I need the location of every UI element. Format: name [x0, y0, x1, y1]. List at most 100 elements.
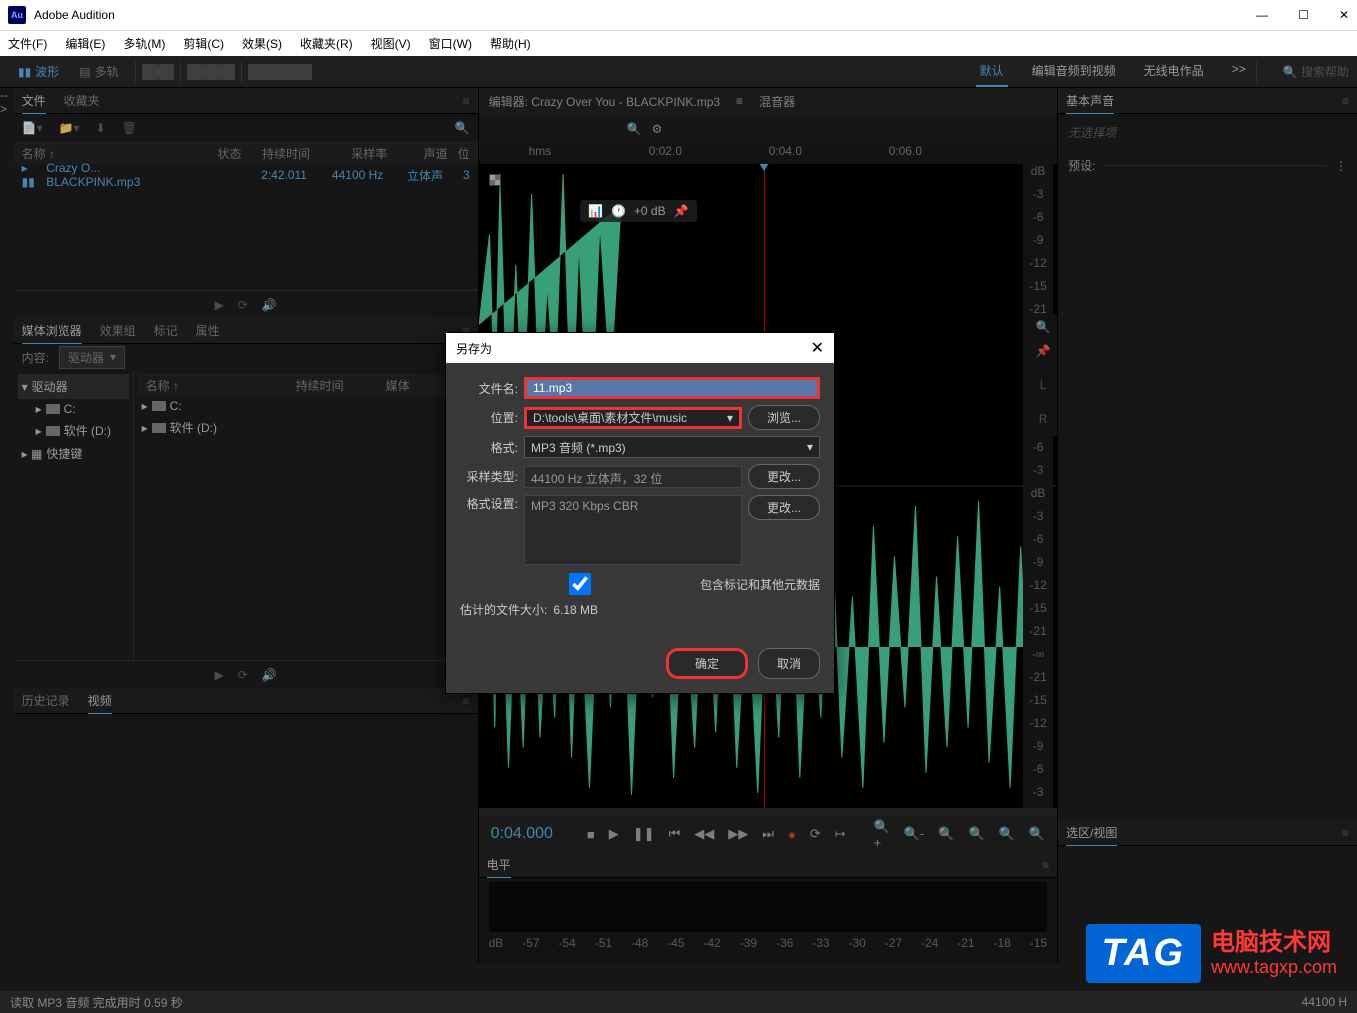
menu-view[interactable]: 视图(V): [371, 35, 411, 52]
open-file-icon[interactable]: 📁▾: [59, 121, 80, 135]
tool-icon[interactable]: [248, 64, 264, 80]
tab-basic-sound[interactable]: 基本声音: [1066, 92, 1114, 114]
loop-icon[interactable]: ⟳: [238, 298, 248, 312]
tool-icon[interactable]: [296, 64, 312, 80]
col-media[interactable]: 媒体: [386, 377, 410, 394]
stop-button[interactable]: ■: [587, 827, 595, 842]
menu-window[interactable]: 窗口(W): [429, 35, 472, 52]
zoom-tool-icon[interactable]: 🔍: [1036, 320, 1051, 334]
col-bit[interactable]: 位: [458, 145, 470, 162]
go-start-button[interactable]: ⏮: [669, 826, 681, 842]
new-file-icon[interactable]: 📄▾: [22, 121, 43, 135]
loop-button[interactable]: ⟳: [810, 826, 821, 842]
tab-effects-rack[interactable]: 效果组: [100, 322, 136, 339]
pin-icon[interactable]: 📌: [1036, 344, 1051, 358]
cancel-button[interactable]: 取消: [758, 648, 820, 679]
preset-menu-icon[interactable]: ⋮: [1335, 159, 1347, 173]
autoplay-icon[interactable]: 🔊: [262, 298, 277, 312]
change-sample-button[interactable]: 更改...: [748, 464, 820, 489]
zoom-sel-icon[interactable]: 🔍: [969, 826, 985, 842]
location-dropdown[interactable]: D:\tools\桌面\素材文件\music▾: [524, 407, 742, 429]
col-name[interactable]: 名称 ↑: [146, 377, 286, 394]
tool-icon[interactable]: [280, 64, 296, 80]
tool-icon[interactable]: [187, 64, 203, 80]
col-status[interactable]: 状态: [183, 145, 242, 162]
play-icon[interactable]: ▶: [215, 298, 224, 312]
zoom-icon[interactable]: 🔍: [999, 826, 1015, 842]
minimize-button[interactable]: —: [1256, 8, 1268, 22]
col-duration[interactable]: 持续时间: [296, 377, 376, 394]
menu-help[interactable]: 帮助(H): [490, 35, 531, 52]
tab-mixer[interactable]: 混音器: [759, 93, 795, 110]
record-button[interactable]: ●: [788, 827, 796, 842]
tool-icon[interactable]: [264, 64, 280, 80]
list-item[interactable]: ▸ 软件 (D:): [138, 416, 474, 439]
content-dropdown[interactable]: 驱动器 ▾: [59, 346, 125, 369]
tool-icon[interactable]: [203, 64, 219, 80]
tree-item-d[interactable]: ▸ 软件 (D:): [18, 419, 129, 442]
waveform-mode-button[interactable]: ▮▮ 波形: [8, 59, 69, 84]
tool-icon[interactable]: [142, 64, 158, 80]
maximize-button[interactable]: ☐: [1298, 8, 1309, 22]
tool-icon[interactable]: [219, 64, 235, 80]
change-format-button[interactable]: 更改...: [748, 495, 820, 520]
menu-multitrack[interactable]: 多轨(M): [123, 35, 165, 52]
loop-icon[interactable]: ⟳: [238, 668, 248, 682]
tree-item-c[interactable]: ▸ C:: [18, 399, 129, 419]
multitrack-mode-button[interactable]: ▤ 多轨: [69, 59, 128, 84]
import-icon[interactable]: ⬇: [96, 121, 106, 135]
ok-button[interactable]: 确定: [666, 648, 748, 679]
tab-files[interactable]: 文件: [22, 92, 46, 114]
tab-history[interactable]: 历史记录: [22, 692, 70, 709]
zoom-in-icon[interactable]: 🔍+: [874, 819, 890, 850]
editor-title[interactable]: 编辑器: Crazy Over You - BLACKPINK.mp3: [489, 93, 720, 110]
workspace-default[interactable]: 默认: [976, 56, 1008, 87]
include-meta-checkbox[interactable]: [466, 573, 694, 595]
pause-button[interactable]: ❚❚: [633, 826, 655, 842]
menu-edit[interactable]: 编辑(E): [65, 35, 105, 52]
tab-video[interactable]: 视频: [88, 692, 112, 714]
tab-media-browser[interactable]: 媒体浏览器: [22, 322, 82, 344]
workspace-more[interactable]: >>: [1228, 56, 1250, 87]
col-samplerate[interactable]: 采样率: [320, 145, 387, 162]
panel-menu-icon[interactable]: ≡: [463, 94, 470, 108]
rewind-button[interactable]: ◀◀: [694, 826, 714, 842]
file-row[interactable]: ▸ ▮▮Crazy O... BLACKPINK.mp3 2:42.011 44…: [14, 164, 478, 186]
col-duration[interactable]: 持续时间: [251, 145, 310, 162]
panel-menu-icon[interactable]: ≡: [463, 694, 470, 708]
list-item[interactable]: ▸ C:: [138, 396, 474, 416]
tab-levels[interactable]: 电平: [487, 856, 511, 878]
menu-file[interactable]: 文件(F): [8, 35, 47, 52]
gain-hud[interactable]: 📊 🕐 +0 dB 📌: [580, 200, 697, 222]
tool-icon[interactable]: [158, 64, 174, 80]
forward-button[interactable]: ▶▶: [728, 826, 748, 842]
tab-markers[interactable]: 标记: [154, 322, 178, 339]
zoom-out-icon[interactable]: 🔍-: [904, 826, 925, 842]
play-icon[interactable]: ▶: [215, 668, 224, 682]
zoom-icon[interactable]: 🔍: [1029, 826, 1045, 842]
tab-favorites[interactable]: 收藏夹: [64, 92, 100, 109]
zoom-fit-icon[interactable]: 🔍: [938, 826, 954, 842]
col-name[interactable]: 名称 ↑: [22, 145, 173, 162]
search-help[interactable]: 🔍 搜索帮助: [1283, 63, 1349, 80]
timeline-ruler[interactable]: hms 0:02.0 0:04.0 0:06.0: [479, 144, 1057, 164]
dialog-close-button[interactable]: ✕: [811, 338, 824, 358]
menu-clip[interactable]: 剪辑(C): [183, 35, 224, 52]
play-button[interactable]: ▶: [609, 826, 619, 842]
level-meter[interactable]: [489, 882, 1047, 932]
workspace-edit-audio-video[interactable]: 编辑音频到视频: [1028, 56, 1120, 87]
hud-pin-icon[interactable]: 📌: [674, 204, 689, 218]
filename-input[interactable]: [524, 377, 820, 399]
settings-icon[interactable]: ⚙: [652, 122, 663, 136]
menu-favorites[interactable]: 收藏夹(R): [300, 35, 353, 52]
delete-icon[interactable]: 🗑: [122, 121, 137, 135]
zoom-icon[interactable]: 🔍: [627, 122, 642, 136]
browse-button[interactable]: 浏览...: [748, 405, 820, 430]
workspace-radio[interactable]: 无线电作品: [1140, 56, 1208, 87]
format-dropdown[interactable]: MP3 音频 (*.mp3)▾: [524, 436, 820, 458]
go-end-button[interactable]: ⏭: [762, 826, 774, 842]
tab-selection-view[interactable]: 选区/视图: [1066, 824, 1117, 846]
current-time[interactable]: 0:04.000: [491, 825, 553, 843]
tab-properties[interactable]: 属性: [196, 322, 220, 339]
col-channels[interactable]: 声道: [397, 145, 447, 162]
